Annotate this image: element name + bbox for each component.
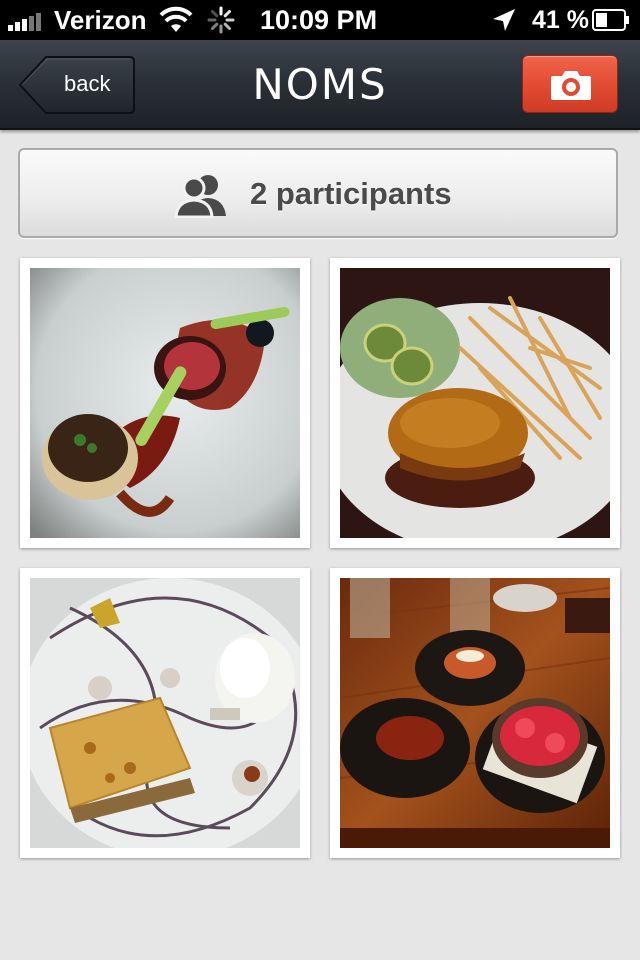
activity-spinner-icon	[207, 6, 235, 34]
camera-icon	[551, 71, 591, 100]
participants-button[interactable]: 2 participants	[18, 148, 618, 238]
camera-button[interactable]	[522, 55, 618, 113]
people-icon	[174, 175, 226, 218]
photo-steak-plate	[30, 268, 300, 538]
photo-card[interactable]	[330, 568, 620, 858]
signal-strength-icon	[8, 11, 48, 31]
photo-card[interactable]	[20, 258, 310, 548]
clock-time: 10:09 PM	[260, 5, 378, 35]
battery-percentage: 41 %	[532, 6, 589, 34]
location-arrow-icon	[493, 9, 515, 31]
photo-card[interactable]	[330, 258, 620, 548]
wifi-icon	[159, 6, 193, 32]
carrier-name: Verizon	[54, 5, 147, 35]
back-button-label: back	[64, 71, 111, 96]
photo-desserts-table	[340, 578, 610, 848]
participants-label: 2 participants	[250, 176, 452, 211]
photo-card[interactable]	[20, 568, 310, 858]
navigation-bar: back NOMS	[0, 40, 640, 130]
photo-burger-fries	[340, 268, 610, 538]
back-button[interactable]: back	[18, 55, 136, 115]
page-title: NOMS	[252, 60, 388, 109]
battery-icon	[592, 9, 629, 31]
status-bar: Verizon 10:09 PM 41 %	[0, 0, 640, 40]
photo-dessert-plate	[30, 578, 300, 848]
